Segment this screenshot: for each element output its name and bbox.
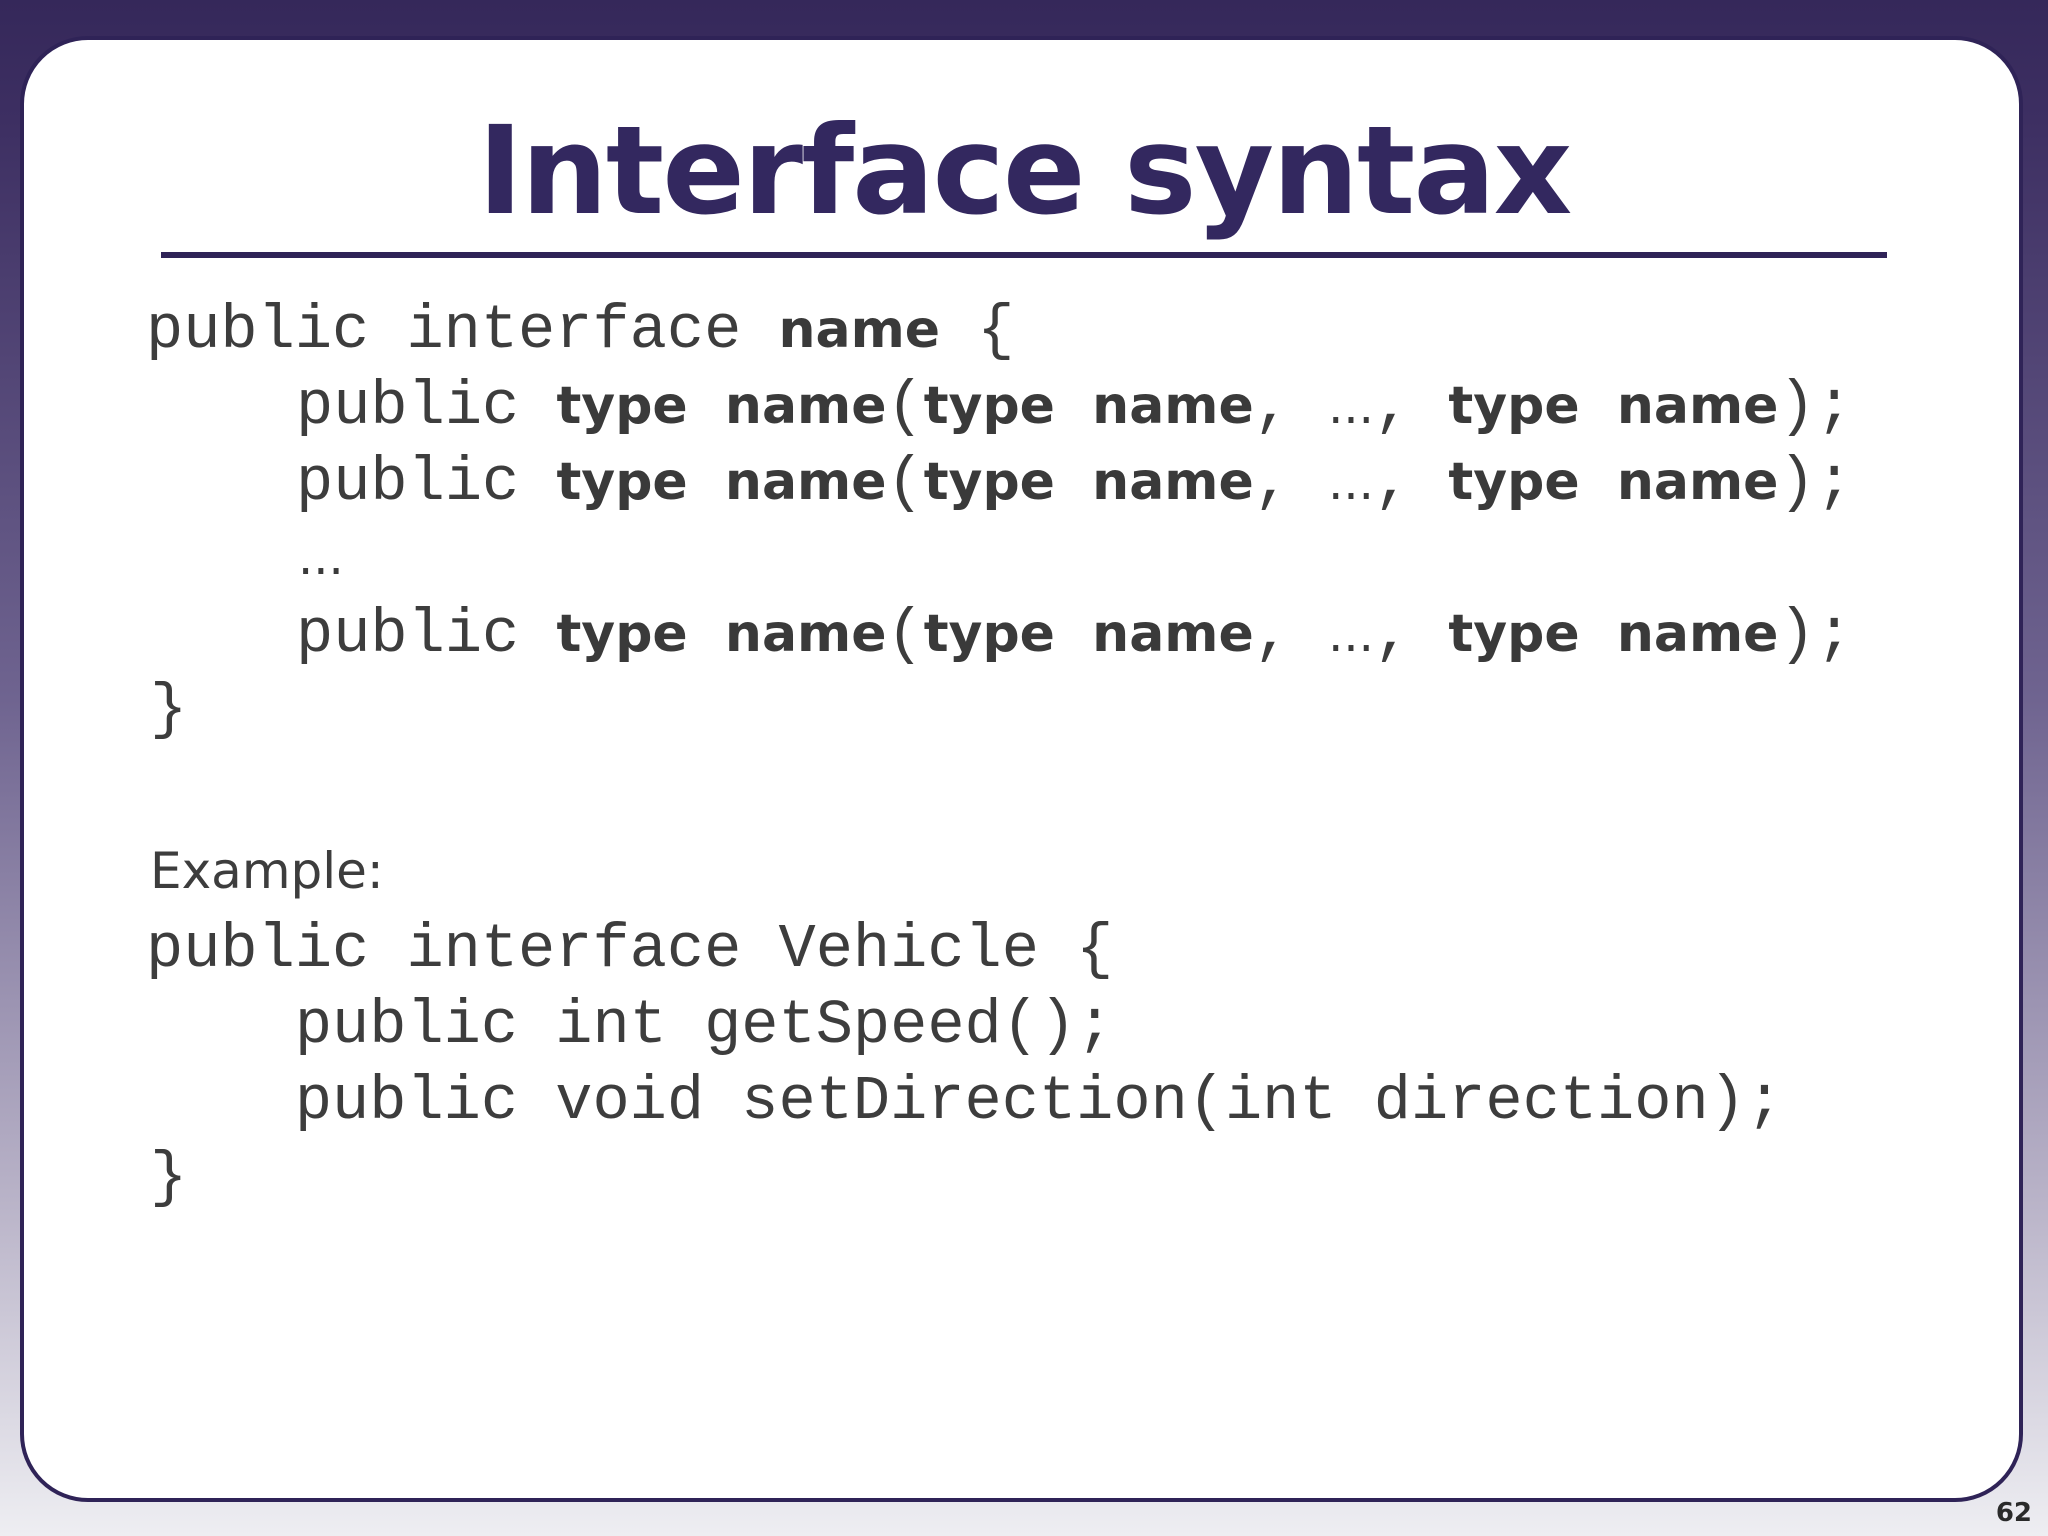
param-space	[1055, 447, 1092, 518]
param-name: name	[1092, 452, 1254, 512]
title-divider	[161, 252, 1887, 258]
method-open-paren: (	[886, 447, 924, 518]
syntax-interface-name: name	[778, 300, 941, 360]
syntax-method-line-2: public type name(type name, ..., type na…	[296, 444, 1853, 520]
method-name: name	[724, 604, 887, 664]
param-separator: ,	[1373, 599, 1449, 670]
syntax-method-line-3: public type name(type name, ..., type na…	[296, 596, 1853, 672]
param-separator: ,	[1373, 447, 1449, 518]
param-type: type	[1448, 376, 1580, 436]
method-space	[688, 447, 725, 518]
method-open-paren: (	[886, 599, 924, 670]
syntax-method-line-1: public type name(type name, ..., type na…	[296, 368, 1853, 444]
syntax-ellipsis: ...	[298, 530, 344, 586]
method-public-keyword: public	[296, 447, 557, 518]
example-line-4: }	[150, 1142, 188, 1213]
param-space	[1580, 447, 1617, 518]
page-number: 62	[1995, 1498, 2032, 1528]
syntax-closing-brace: }	[150, 674, 188, 745]
slide-title: Interface syntax	[477, 100, 1573, 242]
syntax-keywords: public interface	[146, 295, 779, 366]
param-space	[1580, 599, 1617, 670]
param-space	[1580, 371, 1617, 442]
param-ellipsis: ...	[1328, 607, 1374, 663]
syntax-open-brace: {	[940, 295, 1015, 366]
method-return-type: type	[556, 376, 688, 436]
example-line-3: public void setDirection(int direction);	[146, 1066, 1784, 1137]
param-ellipsis: ...	[1328, 455, 1374, 511]
method-return-type: type	[556, 452, 688, 512]
param-type: type	[1448, 452, 1580, 512]
method-close-paren: );	[1778, 371, 1853, 442]
method-close-paren: );	[1778, 599, 1853, 670]
param-separator: ,	[1253, 371, 1329, 442]
param-space	[1055, 599, 1092, 670]
param-type: type	[923, 604, 1055, 664]
example-line-1: public interface Vehicle {	[146, 914, 1114, 985]
method-public-keyword: public	[296, 599, 557, 670]
param-separator: ,	[1373, 371, 1449, 442]
param-name: name	[1092, 376, 1254, 436]
param-type: type	[1448, 604, 1580, 664]
method-space	[688, 599, 725, 670]
example-line-2: public int getSpeed();	[146, 990, 1114, 1061]
param-type: type	[923, 376, 1055, 436]
param-type: type	[923, 452, 1055, 512]
method-name: name	[724, 376, 887, 436]
param-name: name	[1092, 604, 1254, 664]
method-return-type: type	[556, 604, 688, 664]
param-separator: ,	[1253, 599, 1329, 670]
syntax-line-interface-declaration: public interface name {	[146, 292, 1015, 368]
method-name: name	[724, 452, 887, 512]
method-open-paren: (	[886, 371, 924, 442]
param-name: name	[1616, 376, 1779, 436]
param-space	[1055, 371, 1092, 442]
method-close-paren: );	[1778, 447, 1853, 518]
method-public-keyword: public	[296, 371, 557, 442]
syntax-ellipsis-line: ...	[298, 520, 344, 596]
method-space	[688, 371, 725, 442]
param-name: name	[1616, 604, 1779, 664]
param-separator: ,	[1253, 447, 1329, 518]
example-label: Example:	[150, 842, 384, 900]
param-name: name	[1616, 452, 1779, 512]
syntax-closing-brace-line: }	[150, 672, 187, 748]
param-ellipsis: ...	[1328, 379, 1374, 435]
